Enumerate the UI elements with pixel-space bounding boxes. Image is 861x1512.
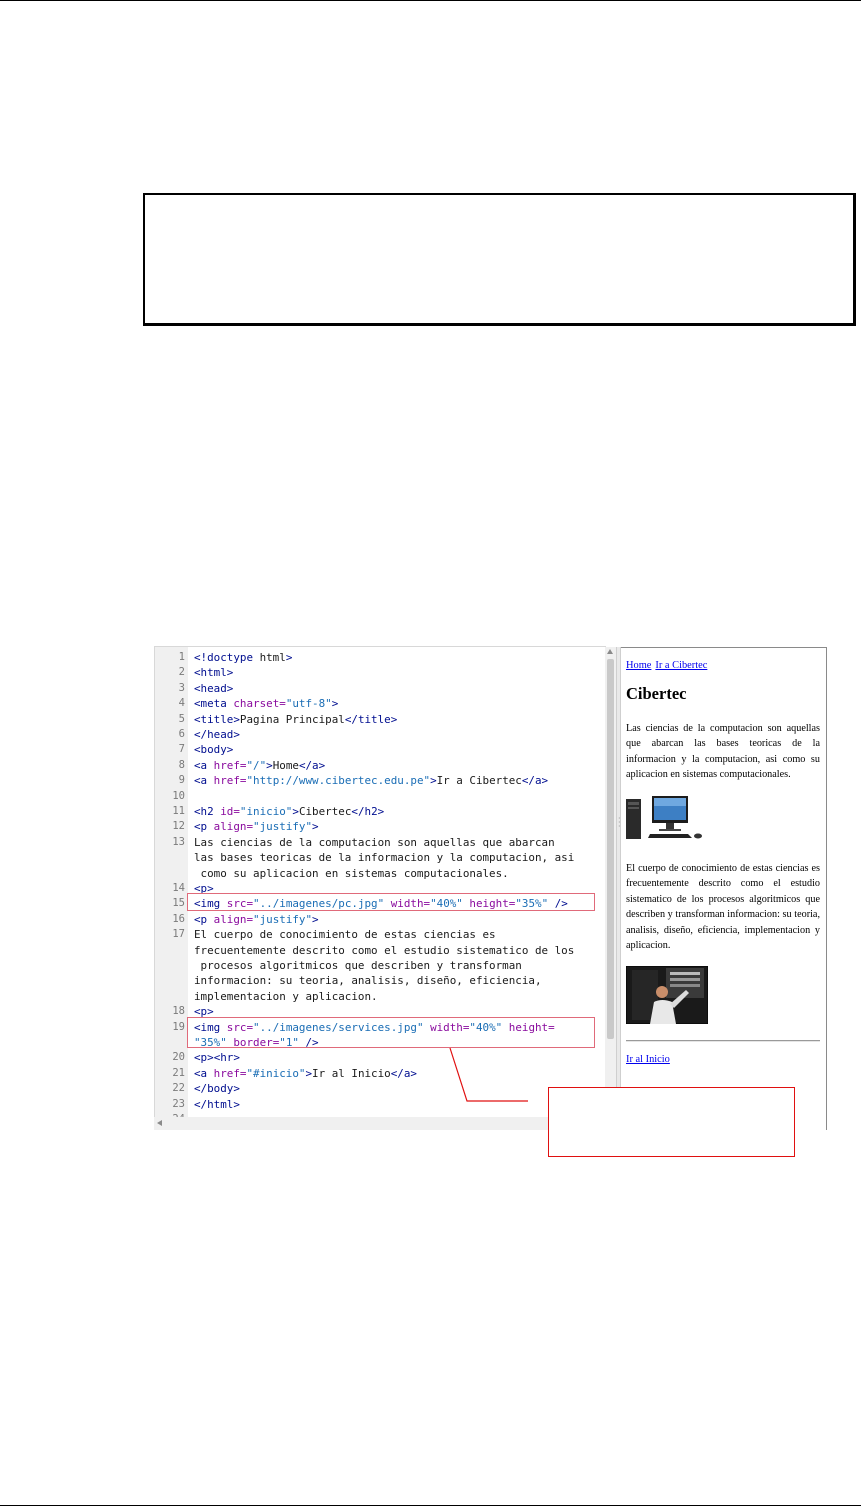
line-number: 12	[172, 820, 185, 833]
line-number: 21	[172, 1066, 185, 1079]
preview-paragraph-2: El cuerpo de conocimiento de estas cienc…	[626, 863, 820, 952]
preview-horizontal-rule	[626, 1040, 820, 1042]
code-line[interactable]: El cuerpo de conocimiento de estas cienc…	[194, 927, 496, 942]
code-line[interactable]: <a href="/">Home</a>	[194, 758, 325, 773]
line-number: 10	[172, 789, 185, 802]
code-line[interactable]: implementacion y aplicacion.	[194, 989, 378, 1004]
services-image	[626, 966, 708, 1024]
line-number: 3	[178, 681, 185, 694]
code-editor[interactable]: 123456789101112131415161718192021222324 …	[154, 646, 606, 1130]
line-number: 6	[178, 728, 185, 740]
computer-image	[626, 796, 702, 839]
line-number: 13	[172, 835, 185, 848]
code-line[interactable]: <p><hr>	[194, 1050, 240, 1065]
line-number: 1	[178, 651, 185, 663]
line-number: 5	[178, 712, 185, 725]
editor-vertical-scrollbar[interactable]	[605, 647, 616, 1117]
code-line[interactable]: <meta charset="utf-8">	[194, 696, 338, 711]
line-number: 14	[172, 882, 185, 894]
code-line[interactable]: procesos algoritmicos que describen y tr…	[194, 958, 522, 973]
scrollbar-thumb[interactable]	[607, 659, 614, 1039]
highlight-img-services	[187, 1017, 595, 1048]
highlight-img-pc	[187, 893, 595, 911]
editor-horizontal-scrollbar[interactable]	[154, 1117, 606, 1130]
code-line[interactable]: <!doctype html>	[194, 650, 292, 665]
callout-box	[548, 1087, 795, 1157]
scroll-left-arrow-icon[interactable]	[157, 1120, 162, 1126]
preview-heading: Cibertec	[626, 684, 687, 703]
scroll-up-arrow-icon[interactable]	[607, 649, 613, 654]
line-number: 19	[172, 1020, 185, 1033]
code-line[interactable]: como su aplicacion en sistemas computaci…	[194, 866, 509, 881]
preview-link-cibertec[interactable]: Ir a Cibertec	[655, 660, 707, 671]
page-footer-rule	[0, 1505, 861, 1506]
line-number: 22	[172, 1082, 185, 1095]
code-line[interactable]: <a href="http://www.cibertec.edu.pe">Ir …	[194, 773, 548, 788]
code-line[interactable]: <p align="justify">	[194, 912, 319, 927]
page-header-rule	[0, 0, 861, 1]
code-line[interactable]: las bases teoricas de la informacion y l…	[194, 850, 574, 865]
line-number: 17	[172, 928, 185, 941]
code-line[interactable]: <a href="#inicio">Ir al Inicio</a>	[194, 1066, 417, 1081]
code-line[interactable]: </head>	[194, 727, 240, 742]
line-number: 8	[178, 758, 185, 771]
line-number: 7	[178, 743, 185, 756]
line-number: 18	[172, 1005, 185, 1018]
code-line[interactable]: </body>	[194, 1081, 240, 1096]
code-line[interactable]: <html>	[194, 665, 233, 680]
code-line[interactable]: <p align="justify">	[194, 819, 319, 834]
line-number: 20	[172, 1051, 185, 1064]
note-box	[143, 193, 856, 326]
line-number: 4	[178, 697, 185, 710]
preview-link-home[interactable]: Home	[626, 660, 651, 671]
line-number: 23	[172, 1097, 185, 1110]
code-line[interactable]: Las ciencias de la computacion son aquel…	[194, 835, 555, 850]
code-line[interactable]: frecuentemente descrito como el estudio …	[194, 943, 574, 958]
live-preview-pane: Home Ir a Cibertec Cibertec Las ciencias…	[621, 647, 827, 1130]
line-number: 16	[172, 912, 185, 925]
line-number: 11	[172, 805, 185, 817]
code-line[interactable]: <title>Pagina Principal</title>	[194, 712, 397, 727]
line-number: 15	[172, 897, 185, 910]
line-number: 2	[178, 666, 185, 679]
preview-link-inicio[interactable]: Ir al Inicio	[626, 1054, 670, 1065]
code-line[interactable]: <body>	[194, 742, 233, 757]
code-line[interactable]: informacion: su teoria, analisis, diseño…	[194, 973, 542, 988]
code-line[interactable]: </html>	[194, 1097, 240, 1112]
code-line[interactable]: <head>	[194, 681, 233, 696]
preview-paragraph-1: Las ciencias de la computacion son aquel…	[626, 723, 820, 781]
line-number: 9	[178, 774, 185, 787]
code-line[interactable]: <h2 id="inicio">Cibertec</h2>	[194, 804, 384, 819]
